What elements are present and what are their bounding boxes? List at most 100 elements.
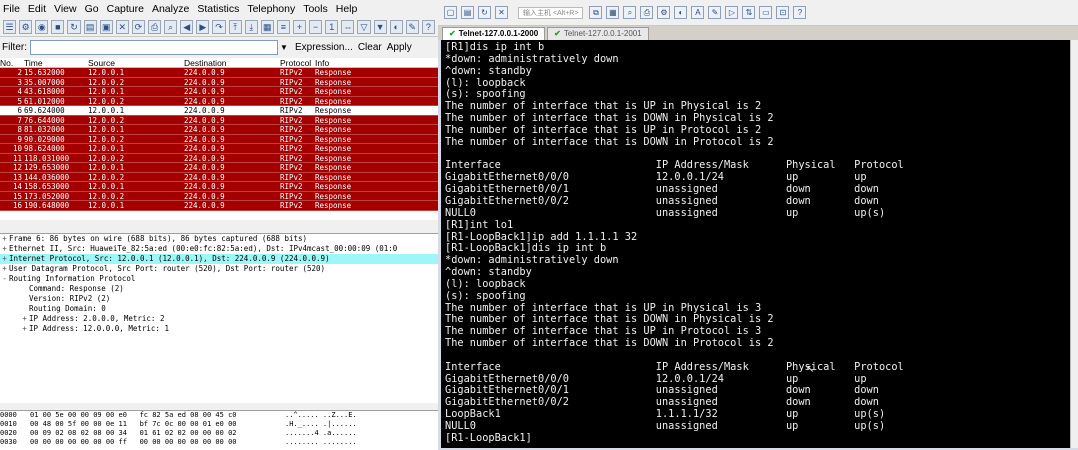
tab-telnet-2000[interactable]: ✔ Telnet-127.0.0.1-2000 bbox=[442, 27, 546, 40]
menu-telephony[interactable]: Telephony bbox=[247, 3, 295, 15]
packet-row[interactable]: 3 35.007000 12.0.0.2 224.0.0.9 RIPv2 Response bbox=[0, 77, 438, 87]
packet-bytes-pane[interactable]: 0000 01 00 5e 00 00 09 00 e0 fc 82 5a ed … bbox=[0, 410, 438, 450]
go-back-icon[interactable]: ◀ bbox=[180, 19, 194, 34]
detail-tree-item[interactable]: Routing Domain: 0 bbox=[0, 304, 438, 314]
menu-file[interactable]: File bbox=[3, 3, 20, 15]
hex-row[interactable]: 0010 00 48 00 5f 00 00 0e 11 bf 7c 0c 00 … bbox=[0, 420, 438, 429]
menu-view[interactable]: View bbox=[54, 3, 77, 15]
packet-row[interactable]: 5 61.012000 12.0.0.2 224.0.0.9 RIPv2 Response bbox=[0, 96, 438, 106]
column-source[interactable]: Source bbox=[88, 58, 115, 68]
script-icon[interactable]: ▷ bbox=[725, 6, 739, 19]
detail-tree-item[interactable]: + IP Address: 12.0.0.0, Metric: 1 bbox=[0, 324, 438, 334]
packet-row[interactable]: 14 158.653000 12.0.0.1 224.0.0.9 RIPv2 Respon… bbox=[0, 182, 438, 192]
packet-row[interactable]: 7 76.644000 12.0.0.2 224.0.0.9 RIPv2 Response bbox=[0, 115, 438, 125]
log-icon[interactable]: ✎ bbox=[708, 6, 722, 19]
reconnect-icon[interactable]: ↻ bbox=[478, 6, 491, 19]
autoscroll-icon[interactable]: ≡ bbox=[276, 19, 290, 34]
packet-row[interactable]: 13 144.036000 12.0.0.2 224.0.0.9 RIPv2 Respon… bbox=[0, 172, 438, 182]
resize-columns-icon[interactable]: ⇔ bbox=[341, 19, 355, 34]
packet-row[interactable]: 11 118.031000 12.0.0.2 224.0.0.9 RIPv2 Respon… bbox=[0, 153, 438, 163]
display-filters-icon[interactable]: ▼ bbox=[373, 19, 387, 34]
host-input[interactable]: 输入主机 <Alt+R> bbox=[518, 6, 584, 19]
font-icon[interactable]: A bbox=[691, 6, 705, 19]
lock-icon[interactable]: ⊡ bbox=[776, 6, 790, 19]
last-packet-icon[interactable]: ⤓ bbox=[244, 19, 258, 34]
capture-filters-icon[interactable]: ▽ bbox=[357, 19, 371, 34]
tab-telnet-2001[interactable]: ✔ Telnet-127.0.0.1-2001 bbox=[547, 27, 649, 40]
interfaces-icon[interactable]: ☰ bbox=[3, 19, 17, 34]
column-info[interactable]: Info bbox=[315, 58, 329, 68]
packet-row[interactable]: 10 98.624000 12.0.0.1 224.0.0.9 RIPv2 Respons… bbox=[0, 144, 438, 154]
clear-button[interactable]: Clear bbox=[358, 42, 382, 53]
detail-tree-item[interactable]: Command: Response (2) bbox=[0, 284, 438, 294]
zoom-out-icon[interactable]: − bbox=[309, 19, 323, 34]
packet-row[interactable]: 16 190.648000 12.0.0.1 224.0.0.9 RIPv2 Respon… bbox=[0, 201, 438, 211]
options-icon[interactable]: ⚙ bbox=[19, 19, 33, 34]
disconnect-icon[interactable]: ✕ bbox=[495, 6, 508, 19]
go-forward-icon[interactable]: ▶ bbox=[196, 19, 210, 34]
go-to-packet-icon[interactable]: ↷ bbox=[212, 19, 226, 34]
packet-row[interactable]: 2 15.632000 12.0.0.1 224.0.0.9 RIPv2 Response bbox=[0, 68, 438, 78]
preferences-icon[interactable]: ✎ bbox=[405, 19, 419, 34]
packet-row[interactable]: 8 81.032000 12.0.0.1 224.0.0.9 RIPv2 Response bbox=[0, 125, 438, 135]
zoom-in-icon[interactable]: + bbox=[292, 19, 307, 34]
column-destination[interactable]: Destination bbox=[184, 58, 227, 68]
detail-tree-item[interactable]: - Routing Information Protocol bbox=[0, 274, 438, 284]
hex-row[interactable]: 0000 01 00 5e 00 00 09 00 e0 fc 82 5a ed … bbox=[0, 411, 438, 420]
packet-row[interactable]: 12 129.653000 12.0.0.1 224.0.0.9 RIPv2 Respon… bbox=[0, 163, 438, 173]
color-icon[interactable]: ◐ bbox=[674, 6, 688, 19]
menu-help[interactable]: Help bbox=[336, 3, 358, 15]
packet-list[interactable]: 2 15.632000 12.0.0.1 224.0.0.9 RIPv2 Response… bbox=[0, 68, 438, 220]
expand-icon[interactable]: + bbox=[0, 254, 9, 264]
menu-edit[interactable]: Edit bbox=[28, 3, 46, 15]
paste-icon[interactable]: ▦ bbox=[606, 6, 620, 19]
menu-analyze[interactable]: Analyze bbox=[152, 3, 189, 15]
save-file-icon[interactable]: ▣ bbox=[99, 19, 113, 34]
expand-icon[interactable]: + bbox=[0, 234, 9, 244]
open-session-icon[interactable]: ▤ bbox=[461, 6, 474, 19]
stop-capture-icon[interactable]: ■ bbox=[51, 19, 65, 34]
close-file-icon[interactable]: ✕ bbox=[115, 19, 129, 34]
hex-row[interactable]: 0030 00 00 00 00 00 00 00 ff 00 00 00 00 … bbox=[0, 438, 438, 447]
reload-icon[interactable]: ⟳ bbox=[131, 19, 145, 34]
detail-tree-item[interactable]: + Frame 6: 86 bytes on wire (688 bits), 8… bbox=[0, 234, 438, 244]
menu-tools[interactable]: Tools bbox=[303, 3, 328, 15]
expand-icon[interactable]: + bbox=[0, 244, 9, 254]
detail-tree-item[interactable]: + Ethernet II, Src: HuaweiTe_82:5a:ed (00… bbox=[0, 244, 438, 254]
terminal-scrollbar[interactable] bbox=[1070, 40, 1078, 448]
terminal-screen[interactable]: [R1]dis ip int b *down: administratively … bbox=[441, 40, 1071, 448]
coloring-rules-icon[interactable]: ◐ bbox=[389, 19, 403, 34]
menu-statistics[interactable]: Statistics bbox=[197, 3, 239, 15]
print-icon[interactable]: ⎙ bbox=[147, 19, 162, 34]
help-icon[interactable]: ? bbox=[421, 19, 435, 34]
window-icon[interactable]: ▭ bbox=[759, 6, 773, 19]
detail-tree-item[interactable]: + Internet Protocol, Src: 12.0.0.1 (12.0.… bbox=[0, 254, 438, 264]
packet-details-pane[interactable]: + Frame 6: 86 bytes on wire (688 bits), 8… bbox=[0, 233, 438, 403]
expand-icon[interactable]: + bbox=[0, 264, 9, 274]
transfer-icon[interactable]: ⇅ bbox=[742, 6, 756, 19]
expand-icon[interactable]: + bbox=[20, 324, 29, 334]
copy-icon[interactable]: ⧉ bbox=[589, 6, 603, 19]
packet-row[interactable]: 15 173.052000 12.0.0.2 224.0.0.9 RIPv2 Respon… bbox=[0, 191, 438, 201]
expression-button[interactable]: Expression... bbox=[295, 42, 353, 53]
restart-capture-icon[interactable]: ↻ bbox=[67, 19, 81, 34]
open-file-icon[interactable]: ▤ bbox=[83, 19, 97, 34]
zoom-normal-icon[interactable]: 1 bbox=[325, 19, 339, 34]
column-no[interactable]: No. bbox=[0, 58, 22, 68]
find-icon[interactable]: ⌕ bbox=[623, 6, 637, 19]
packet-row[interactable]: 9 90.029000 12.0.0.2 224.0.0.9 RIPv2 Response bbox=[0, 134, 438, 144]
first-packet-icon[interactable]: ⤒ bbox=[228, 19, 242, 34]
find-icon[interactable]: ⌕ bbox=[164, 19, 178, 34]
apply-button[interactable]: Apply bbox=[387, 42, 412, 53]
detail-tree-item[interactable]: + User Datagram Protocol, Src Port: route… bbox=[0, 264, 438, 274]
column-protocol[interactable]: Protocol bbox=[280, 58, 311, 68]
column-time[interactable]: Time bbox=[24, 58, 43, 68]
menu-go[interactable]: Go bbox=[85, 3, 99, 15]
filter-dropdown-icon[interactable]: ▼ bbox=[278, 40, 290, 55]
detail-tree-item[interactable]: Version: RIPv2 (2) bbox=[0, 294, 438, 304]
start-capture-icon[interactable]: ◉ bbox=[35, 19, 49, 34]
expand-icon[interactable]: + bbox=[20, 314, 29, 324]
packet-row[interactable]: 4 43.618000 12.0.0.1 224.0.0.9 RIPv2 Response bbox=[0, 87, 438, 97]
menu-capture[interactable]: Capture bbox=[107, 3, 144, 15]
detail-tree-item[interactable]: + IP Address: 2.0.0.0, Metric: 2 bbox=[0, 314, 438, 324]
